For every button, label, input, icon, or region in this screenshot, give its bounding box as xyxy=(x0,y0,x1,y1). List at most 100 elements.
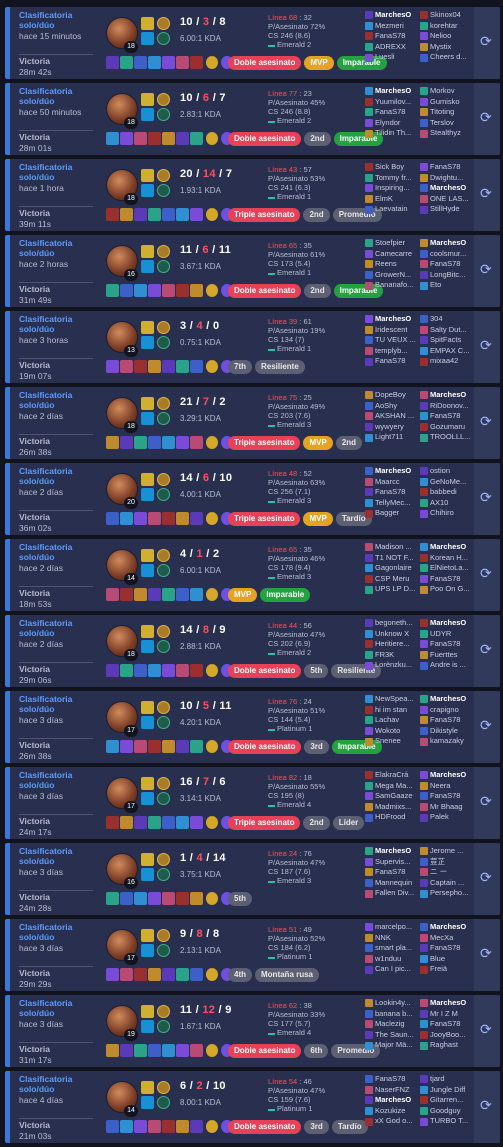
player-row[interactable]: Major Mä... xyxy=(365,1040,425,1051)
player-row[interactable]: LongBitc... xyxy=(420,270,480,281)
player-row[interactable]: MarchesO xyxy=(365,1095,425,1106)
player-row[interactable]: MarchesO xyxy=(420,390,480,401)
player-row[interactable]: Cheers d... xyxy=(420,52,480,63)
expand-match-button[interactable]: ⟳ xyxy=(474,311,500,383)
summoner-spell-icon[interactable] xyxy=(141,169,154,182)
match-card[interactable]: Clasificatoria solo/dúo hace 2 días Victor… xyxy=(5,615,500,687)
item-icon[interactable] xyxy=(106,284,119,297)
player-row[interactable]: Gumisko xyxy=(420,97,480,108)
expand-match-button[interactable]: ⟳ xyxy=(474,1071,500,1143)
player-row[interactable]: UPS LP D... xyxy=(365,584,425,595)
player-row[interactable]: MarchesO xyxy=(365,466,425,477)
player-row[interactable]: Titoting xyxy=(420,107,480,118)
trinket-icon[interactable] xyxy=(206,816,218,829)
item-icon[interactable] xyxy=(120,816,133,829)
keystone-rune-icon[interactable] xyxy=(157,245,170,258)
secondary-rune-icon[interactable] xyxy=(157,640,170,653)
player-row[interactable]: FanaS78 xyxy=(420,943,480,954)
player-row[interactable]: babbedi xyxy=(420,487,480,498)
item-icon[interactable] xyxy=(134,436,147,449)
keystone-rune-icon[interactable] xyxy=(157,625,170,638)
item-icon[interactable] xyxy=(162,1044,175,1057)
item-icon[interactable] xyxy=(162,816,175,829)
item-icon[interactable] xyxy=(176,1120,189,1133)
keystone-rune-icon[interactable] xyxy=(157,929,170,942)
player-row[interactable]: ElmK xyxy=(365,194,425,205)
item-icon[interactable] xyxy=(134,740,147,753)
expand-match-button[interactable]: ⟳ xyxy=(474,463,500,535)
item-icon[interactable] xyxy=(120,664,133,677)
expand-match-button[interactable]: ⟳ xyxy=(474,843,500,915)
player-row[interactable]: AKSHAN ... xyxy=(365,411,425,422)
player-row[interactable]: Bananafo... xyxy=(365,280,425,291)
player-row[interactable]: RiDoonov... xyxy=(420,401,480,412)
player-row[interactable]: TURBO T... xyxy=(420,1116,480,1127)
player-row[interactable]: Freiä xyxy=(420,964,480,975)
player-row[interactable]: wywyery xyxy=(365,422,425,433)
secondary-rune-icon[interactable] xyxy=(157,564,170,577)
item-icon[interactable] xyxy=(162,436,175,449)
secondary-rune-icon[interactable] xyxy=(157,1096,170,1109)
item-icon[interactable] xyxy=(106,208,119,221)
item-icon[interactable] xyxy=(148,664,161,677)
player-row[interactable]: TU VEUX ... xyxy=(365,335,425,346)
keystone-rune-icon[interactable] xyxy=(157,17,170,30)
item-icon[interactable] xyxy=(106,1044,119,1057)
match-card[interactable]: Clasificatoria solo/dúo hace 2 días Victor… xyxy=(5,539,500,611)
secondary-rune-icon[interactable] xyxy=(157,108,170,121)
player-row[interactable]: MarchesO xyxy=(420,922,480,933)
summoner-spell-icon[interactable] xyxy=(141,17,154,30)
expand-match-button[interactable]: ⟳ xyxy=(474,7,500,79)
expand-match-button[interactable]: ⟳ xyxy=(474,995,500,1067)
player-row[interactable]: StillHyde xyxy=(420,204,480,215)
player-row[interactable]: GeNoMe... xyxy=(420,477,480,488)
player-row[interactable]: Snenee xyxy=(365,736,425,747)
summoner-spell-icon[interactable] xyxy=(141,321,154,334)
item-icon[interactable] xyxy=(176,132,189,145)
trinket-icon[interactable] xyxy=(206,1120,218,1133)
keystone-rune-icon[interactable] xyxy=(157,853,170,866)
item-icon[interactable] xyxy=(162,664,175,677)
item-icon[interactable] xyxy=(134,1044,147,1057)
player-row[interactable]: Elyndor xyxy=(365,118,425,129)
player-row[interactable]: T1 NOT F... xyxy=(365,553,425,564)
summoner-spell-icon[interactable] xyxy=(141,716,154,729)
item-icon[interactable] xyxy=(176,56,189,69)
item-icon[interactable] xyxy=(162,512,175,525)
expand-match-button[interactable]: ⟳ xyxy=(474,235,500,307)
item-icon[interactable] xyxy=(148,588,161,601)
player-row[interactable]: AoShy xyxy=(365,401,425,412)
match-card[interactable]: Clasificatoria solo/dúo hace 3 días Victor… xyxy=(5,843,500,915)
summoner-spell-icon[interactable] xyxy=(141,549,154,562)
player-row[interactable]: Neera xyxy=(420,781,480,792)
item-icon[interactable] xyxy=(190,436,203,449)
item-icon[interactable] xyxy=(148,56,161,69)
player-row[interactable]: Luesli xyxy=(365,52,425,63)
player-row[interactable]: 荳芷 xyxy=(420,857,480,868)
item-icon[interactable] xyxy=(120,284,133,297)
expand-match-button[interactable]: ⟳ xyxy=(474,159,500,231)
player-row[interactable]: FanaS78 xyxy=(420,162,480,173)
item-icon[interactable] xyxy=(134,512,147,525)
item-icon[interactable] xyxy=(134,208,147,221)
player-row[interactable]: ニ ー xyxy=(420,867,480,878)
player-row[interactable]: marcelpo... xyxy=(365,922,425,933)
item-icon[interactable] xyxy=(106,740,119,753)
item-icon[interactable] xyxy=(134,968,147,981)
trinket-icon[interactable] xyxy=(206,208,218,221)
summoner-spell-icon[interactable] xyxy=(141,260,154,273)
player-row[interactable]: templyb... xyxy=(365,346,425,357)
item-icon[interactable] xyxy=(148,132,161,145)
match-card[interactable]: Clasificatoria solo/dúo hace 3 días Victor… xyxy=(5,691,500,763)
player-row[interactable]: MarchesO xyxy=(365,86,425,97)
item-icon[interactable] xyxy=(190,284,203,297)
player-row[interactable]: Lookin4y... xyxy=(365,998,425,1009)
item-icon[interactable] xyxy=(148,968,161,981)
player-row[interactable]: ElakraCrá xyxy=(365,770,425,781)
keystone-rune-icon[interactable] xyxy=(157,93,170,106)
match-card[interactable]: Clasificatoria solo/dúo hace 1 hora Victor… xyxy=(5,159,500,231)
item-icon[interactable] xyxy=(106,56,119,69)
match-card[interactable]: Clasificatoria solo/dúo hace 2 horas Victo… xyxy=(5,235,500,307)
player-row[interactable]: Madison ... xyxy=(365,542,425,553)
item-icon[interactable] xyxy=(120,132,133,145)
